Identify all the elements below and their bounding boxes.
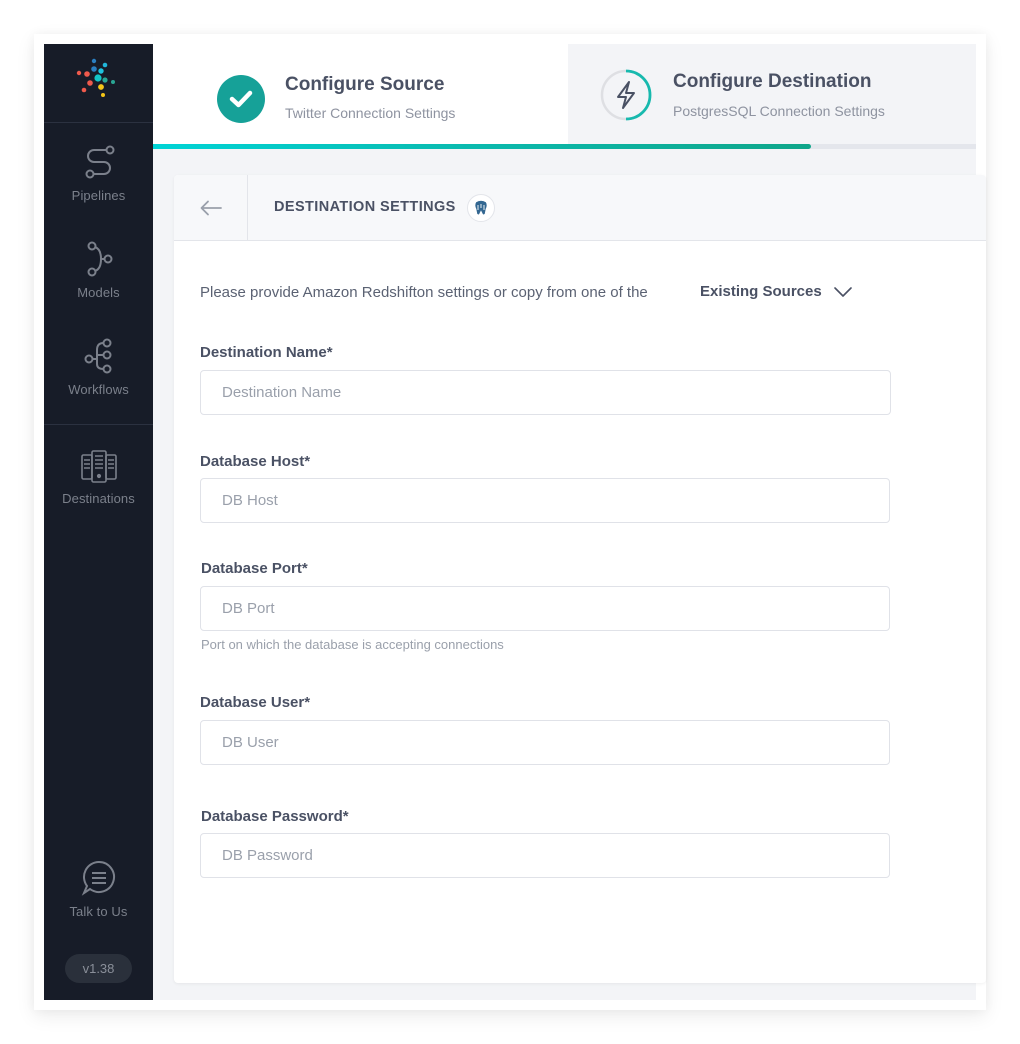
wizard-progress-bar [153, 144, 976, 149]
database-port-input[interactable] [200, 586, 890, 631]
destination-name-input[interactable] [200, 370, 891, 415]
step-title: Configure Source [285, 74, 445, 95]
step-subtitle: PostgresSQL Connection Settings [673, 103, 885, 119]
database-password-input[interactable] [200, 833, 890, 878]
step-configure-source[interactable]: Configure Source Twitter Connection Sett… [153, 44, 568, 149]
arrow-left-icon [200, 200, 222, 216]
card-header: DESTINATION SETTINGS [174, 175, 986, 241]
step-complete-badge [217, 75, 265, 123]
back-button[interactable] [174, 175, 248, 241]
destination-settings-card: DESTINATION SETTINGS Please provide Amaz… [174, 175, 986, 983]
sidebar-divider [44, 122, 153, 123]
intro-text: Please provide Amazon Redshifton setting… [200, 284, 648, 301]
step-configure-destination[interactable]: Configure Destination PostgresSQL Connec… [568, 44, 976, 149]
pipelines-icon [85, 145, 114, 179]
sidebar-item-workflows[interactable]: Workflows [44, 338, 153, 428]
sidebar-item-label: Workflows [68, 382, 129, 397]
database-user-label: Database User* [200, 694, 311, 711]
version-badge: v1.38 [65, 954, 132, 983]
stepper: Configure Source Twitter Connection Sett… [153, 44, 976, 149]
sidebar-item-label: Pipelines [71, 188, 126, 203]
destination-name-label: Destination Name* [200, 344, 333, 361]
sidebar-divider [44, 424, 153, 425]
workflows-icon [84, 338, 111, 374]
models-icon [87, 241, 112, 277]
database-user-input[interactable] [200, 720, 890, 765]
card-title: DESTINATION SETTINGS [274, 199, 456, 215]
sidebar-item-label: Models [77, 285, 120, 300]
existing-sources-dropdown[interactable]: Existing Sources [700, 283, 852, 300]
check-icon [229, 90, 253, 108]
postgresql-icon [474, 200, 488, 216]
database-host-input[interactable] [200, 478, 890, 523]
talk-to-us-button[interactable]: Talk to Us [44, 860, 153, 950]
chat-icon [81, 860, 115, 896]
destination-type-badge [467, 194, 495, 222]
logo[interactable] [44, 44, 153, 122]
database-port-label: Database Port* [201, 560, 308, 577]
sidebar: Pipelines Models Workflows Destinations … [44, 44, 153, 1000]
chevron-down-icon [833, 286, 852, 297]
database-host-label: Database Host* [200, 453, 311, 470]
sidebar-item-models[interactable]: Models [44, 241, 153, 331]
sidebar-item-destinations[interactable]: Destinations [44, 449, 153, 539]
step-title: Configure Destination [673, 71, 872, 92]
database-port-help: Port on which the database is accepting … [201, 637, 504, 652]
talk-to-us-label: Talk to Us [69, 904, 128, 919]
sidebar-item-pipelines[interactable]: Pipelines [44, 144, 153, 234]
existing-sources-label: Existing Sources [700, 283, 822, 300]
database-password-label: Database Password* [201, 808, 349, 825]
app-window: Pipelines Models Workflows Destinations … [44, 44, 986, 1000]
wizard-progress-fill [153, 144, 812, 149]
sidebar-item-label: Destinations [62, 491, 135, 506]
hevo-logo-icon [76, 58, 115, 97]
step-progress-ring [600, 69, 652, 121]
destinations-icon [80, 450, 117, 483]
step-subtitle: Twitter Connection Settings [285, 105, 456, 121]
